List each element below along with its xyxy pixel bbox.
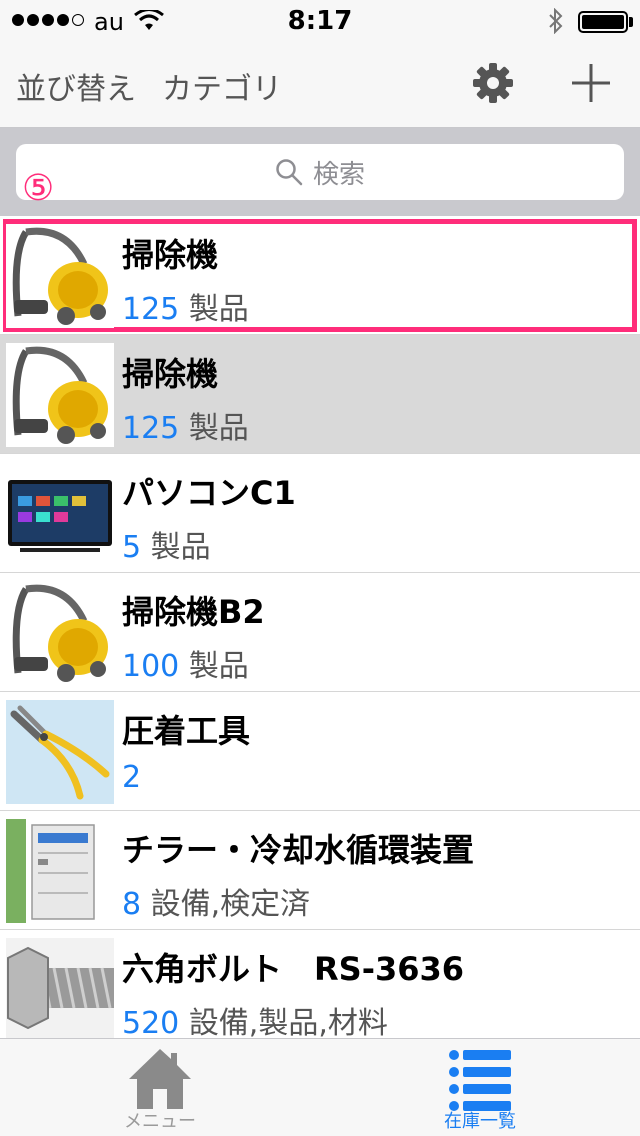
category-button[interactable]: カテゴリ [162,64,282,108]
item-tags: 設備,製品,材料 [188,1006,388,1038]
list-item[interactable]: 掃除機B2 100 製品 [0,573,640,692]
inventory-list: 掃除機 125 製品 掃除機 125 製品 パソコンC1 5 製品 掃除機B2 … [0,216,640,1038]
item-details: 125 製品 [122,284,249,328]
search-input[interactable]: 検索 [16,144,624,200]
item-tags: 製品 [150,530,211,565]
vacuum-cleaner-thumbnail [6,581,114,685]
hex-bolt-thumbnail [6,938,114,1038]
battery-icon [578,11,628,33]
tab-bar: メニュー 在庫一覧 [0,1038,640,1136]
search-placeholder: 検索 [312,159,365,190]
list-item[interactable]: チラー・冷却水循環装置 8 設備,検定済 [0,811,640,930]
item-name: パソコンC1 [122,474,296,512]
item-details: 5 製品 [122,522,211,566]
item-details: 125 製品 [122,403,249,447]
item-details: 520 設備,製品,材料 [122,998,388,1038]
item-details: 8 設備,検定済 [122,879,310,923]
item-name: 掃除機 [122,355,219,393]
gear-icon[interactable] [470,60,516,106]
list-item[interactable]: 圧着工具 2 [0,692,640,811]
chiller-thumbnail [6,819,114,923]
item-details: 100 製品 [122,641,249,685]
item-count: 125 [122,292,180,327]
item-name: 掃除機 [122,236,219,274]
tab-stock-list[interactable]: 在庫一覧 [320,1039,640,1136]
item-count: 125 [122,411,180,446]
item-tags: 設備,検定済 [150,887,311,922]
item-count: 2 [122,760,142,795]
search-icon [276,159,303,186]
tab-menu-label: メニュー [124,1111,196,1132]
item-tags: 製品 [188,411,249,446]
vacuum-cleaner-thumbnail [6,343,114,447]
annotation-marker: ⑤ [22,168,55,209]
status-time: 8:17 [287,6,353,36]
item-name: 圧着工具 [122,712,251,750]
item-count: 5 [122,530,142,565]
item-tags: 製品 [188,292,249,327]
item-count: 520 [122,1006,180,1038]
navigation-bar: 並び替え カテゴリ [0,40,640,128]
list-item[interactable]: 掃除機 125 製品 [0,335,640,454]
item-tags: 製品 [188,649,249,684]
item-details: 2 [122,760,141,795]
item-count: 100 [122,649,180,684]
list-item[interactable]: 六角ボルト RS-3636 520 設備,製品,材料 [0,930,640,1038]
tab-menu[interactable]: メニュー [0,1039,320,1136]
tab-stock-label: 在庫一覧 [444,1111,516,1132]
status-bar: au 8:17 [0,0,640,40]
crimping-tool-thumbnail [6,700,114,804]
item-count: 8 [122,887,142,922]
search-bar: 検索 [0,128,640,216]
list-item[interactable]: パソコンC1 5 製品 [0,454,640,573]
list-item[interactable]: 掃除機 125 製品 [0,216,640,335]
home-icon [129,1049,191,1109]
vacuum-cleaner-thumbnail [6,224,114,328]
list-icon [449,1050,511,1111]
item-name: 掃除機B2 [122,593,265,631]
monitor-thumbnail [6,462,114,566]
item-name: チラー・冷却水循環装置 [122,831,475,869]
battery-cap [629,17,633,27]
add-icon[interactable] [568,60,614,106]
sort-button[interactable]: 並び替え [16,64,136,108]
item-name: 六角ボルト RS-3636 [122,950,465,988]
bluetooth-icon [549,8,563,34]
